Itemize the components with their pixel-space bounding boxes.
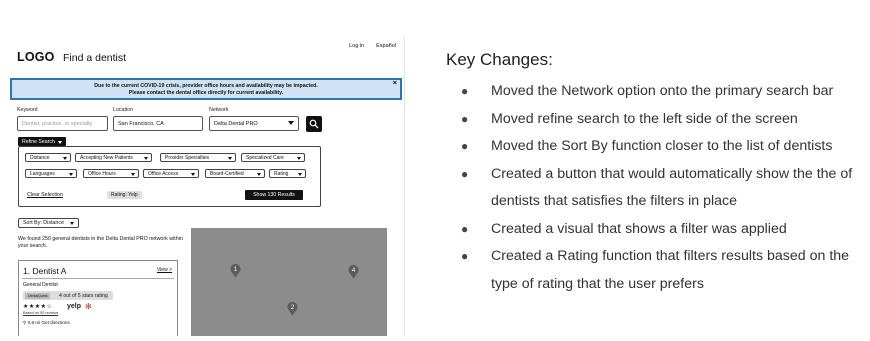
chevron-down-icon (57, 140, 62, 144)
page-title: Find a dentist (63, 52, 127, 64)
network-select[interactable]: Delta Dental PRO (209, 116, 299, 131)
map-pin-icon[interactable]: 4 (348, 265, 359, 279)
bullet-icon: ● (461, 139, 469, 153)
divider (22, 278, 174, 279)
keyword-input[interactable]: Dentist, practice, or specialty (17, 116, 108, 131)
list-item: ● Created a button that would automatical… (460, 161, 870, 216)
refine-search-label: Refine Search (22, 139, 55, 145)
network-value: Delta Dental PRO (214, 121, 258, 127)
bullet-icon: ● (461, 166, 469, 181)
filter-provider-specialties[interactable]: Provider Specialties (160, 153, 236, 162)
sort-label: Sort By: Distance (23, 220, 64, 226)
chevron-down-icon (298, 172, 302, 176)
chevron-down-icon (297, 156, 301, 160)
keyword-label: Keyword (17, 107, 38, 113)
filter-label: Board-Certified (210, 171, 244, 177)
view-link[interactable]: View > (157, 267, 172, 273)
filter-rating[interactable]: Rating (269, 169, 306, 178)
chevron-down-icon (144, 156, 148, 160)
search-button[interactable] (306, 116, 322, 132)
rating-source-tag: DentalQuest (25, 292, 51, 299)
bullet-icon: ● (461, 249, 469, 263)
dentist-type: General Dentist (23, 282, 58, 288)
banner-line-2: Please contact the dental office directl… (128, 90, 284, 96)
star-rating: ★★★★☆ (23, 304, 53, 310)
filter-office-hours[interactable]: Office Hours (83, 169, 139, 178)
filter-label: Rating (274, 171, 289, 177)
filter-label: Specialized Care (246, 155, 284, 161)
filter-languages[interactable]: Languages (25, 169, 77, 178)
wireframe-mockup: LOGO Find a dentist Log in Español Due t… (8, 36, 405, 336)
location-pin-icon: ⚲ (23, 320, 27, 325)
filter-label: Provider Specialties (165, 155, 210, 161)
distance-directions[interactable]: ⚲ 0.8 mi Get directions (23, 320, 70, 326)
logo: LOGO (17, 50, 55, 64)
list-item: ● Created a visual that shows a filter wa… (460, 216, 870, 244)
list-item: ● Created a Rating function that filters … (460, 243, 870, 298)
dentist-name: 1. Dentist A (23, 266, 67, 276)
distance-text: 0.8 mi Get directions (27, 320, 70, 325)
clear-selection-link[interactable]: Clear Selection (27, 192, 63, 198)
list-item: ● Moved refine search to the left side of… (460, 106, 870, 134)
map-pin-icon[interactable]: 2 (287, 302, 298, 316)
network-label: Network (209, 107, 229, 113)
covid-banner: Due to the current COVID-19 crisis, prov… (10, 78, 402, 100)
rating-text: 4 out of 5 stars rating (59, 292, 108, 299)
location-input[interactable]: San Francisco, CA (113, 116, 203, 131)
list-item-text: Moved the Network option onto the primar… (491, 83, 834, 99)
refine-search-panel: Distance Accepting New Patients Provider… (18, 146, 321, 207)
chevron-down-icon (257, 172, 261, 176)
filter-label: Accepting New Patients (80, 155, 133, 161)
list-item-text: Created a visual that shows a filter was… (491, 220, 787, 237)
rating-summary: DentalQuest 4 out of 5 stars rating (23, 291, 113, 300)
location-label: Location (113, 107, 134, 113)
yelp-burst-icon: ✻ (85, 302, 92, 311)
refine-search-toggle[interactable]: Refine Search (18, 137, 66, 146)
applied-filter-chip[interactable]: Rating: Yelp (107, 191, 142, 199)
chevron-down-icon (288, 121, 294, 125)
result-card[interactable]: 1. Dentist A View > General Dentist Dent… (18, 260, 178, 336)
language-link[interactable]: Español (376, 43, 396, 49)
sort-dropdown[interactable]: Sort By: Distance (18, 218, 79, 228)
filter-specialized-care[interactable]: Specialized Care (241, 153, 305, 162)
list-item: ● Moved the Sort By function closer to th… (460, 133, 870, 161)
results-summary: We found 250 general dentists in the Del… (18, 236, 183, 249)
filter-office-access[interactable]: Office Access (143, 169, 199, 178)
search-icon (309, 119, 319, 129)
chevron-down-icon (69, 172, 73, 176)
key-changes-title: Key Changes: (446, 50, 553, 69)
chevron-down-icon (69, 222, 74, 225)
bullet-icon: ● (461, 221, 469, 236)
login-link[interactable]: Log in (349, 43, 364, 49)
filter-label: Office Access (148, 171, 179, 177)
list-item-text: Created a Rating function that filters r… (491, 248, 850, 292)
bullet-icon: ● (461, 84, 469, 98)
chevron-down-icon (63, 156, 67, 160)
banner-line-1: Due to the current COVID-19 crisis, prov… (94, 83, 318, 89)
list-item: ● Moved the Network option onto the prima… (460, 78, 870, 106)
show-results-button[interactable]: Show 130 Results (245, 190, 303, 200)
filter-label: Office Hours (88, 171, 116, 177)
key-changes-list: ● Moved the Network option onto the prima… (460, 78, 870, 298)
chevron-down-icon (131, 172, 135, 176)
filter-label: Distance (30, 155, 50, 161)
close-icon[interactable]: × (393, 80, 397, 87)
filter-distance[interactable]: Distance (25, 153, 71, 162)
list-item-text: Moved the Sort By function closer to the… (491, 138, 833, 154)
chevron-down-icon (191, 172, 195, 176)
list-item-text: Moved refine search to the left side of … (491, 110, 798, 127)
yelp-logo: yelp (67, 303, 82, 310)
reviews-link[interactable]: Based on 50 reviews (23, 311, 58, 315)
map-view[interactable]: 1 4 2 (191, 228, 387, 336)
filter-board-certified[interactable]: Board-Certified (205, 169, 265, 178)
chevron-down-icon (228, 156, 232, 160)
header-links: Log in Español (349, 43, 396, 49)
filter-label: Languages (30, 171, 55, 177)
map-pin-icon[interactable]: 1 (230, 264, 241, 278)
list-item-text: Created a button that would automaticall… (491, 165, 853, 210)
bullet-icon: ● (461, 111, 469, 126)
filter-accepting-new-patients[interactable]: Accepting New Patients (75, 153, 152, 162)
